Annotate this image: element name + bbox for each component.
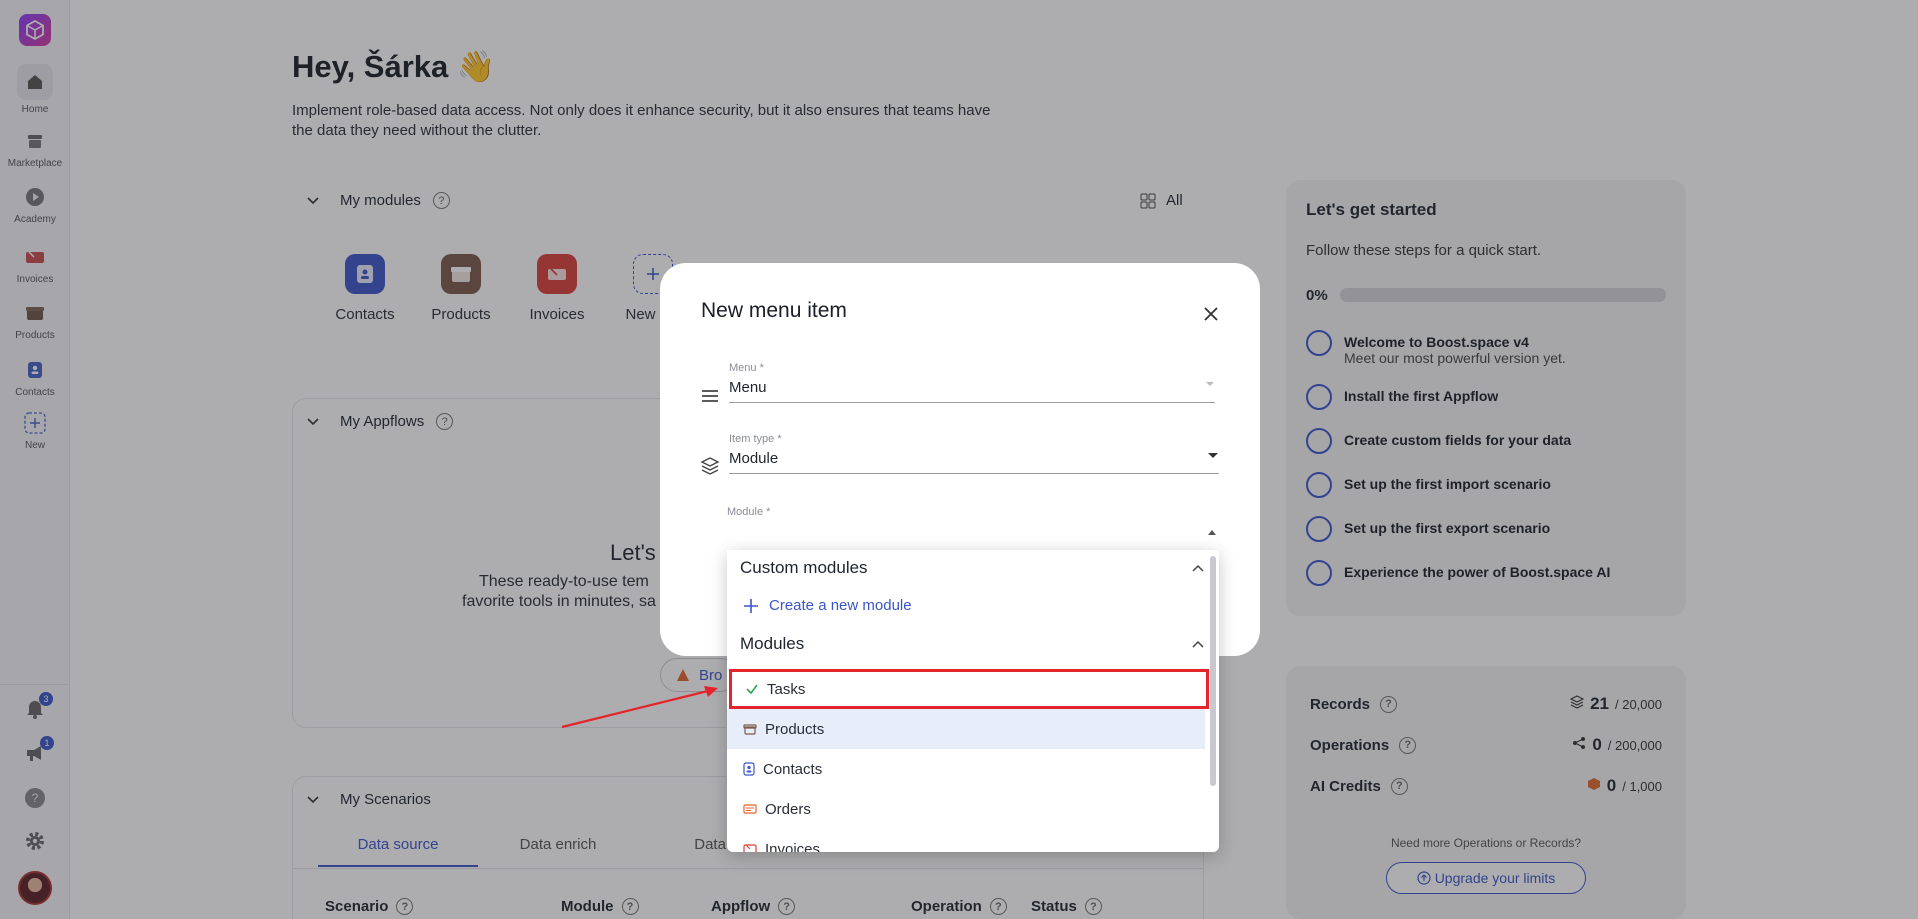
contact-icon bbox=[743, 762, 755, 776]
module-option-invoices[interactable]: Invoices bbox=[727, 829, 1205, 852]
group-label: Custom modules bbox=[740, 558, 868, 577]
option-label: Orders bbox=[765, 800, 811, 818]
menu-icon bbox=[702, 390, 718, 402]
item-type-select[interactable]: Item type * Module bbox=[729, 433, 1219, 474]
module-dropdown-list: Custom modules Create a new module Modul… bbox=[727, 550, 1219, 852]
chevron-up-icon bbox=[1192, 564, 1204, 572]
field-value: Menu bbox=[729, 379, 767, 396]
create-label: Create a new module bbox=[769, 597, 912, 614]
option-label: Invoices bbox=[765, 840, 821, 853]
close-icon bbox=[1204, 307, 1218, 321]
group-label: Modules bbox=[740, 634, 805, 653]
group-modules[interactable]: Modules bbox=[740, 634, 1205, 654]
invoice-icon bbox=[743, 844, 757, 852]
close-button[interactable] bbox=[1200, 303, 1222, 325]
option-label: Products bbox=[765, 720, 825, 738]
field-label: Menu * bbox=[729, 362, 764, 374]
option-label: Tasks bbox=[767, 680, 806, 698]
module-option-orders[interactable]: Orders bbox=[727, 789, 1205, 829]
dialog-title: New menu item bbox=[701, 299, 847, 322]
box-icon bbox=[743, 724, 757, 735]
caret-down-icon bbox=[1208, 453, 1218, 458]
option-label: Contacts bbox=[763, 760, 823, 778]
menu-select[interactable]: Menu * Menu bbox=[729, 362, 1215, 403]
group-custom-modules[interactable]: Custom modules bbox=[740, 558, 1205, 578]
layers-icon bbox=[700, 457, 720, 475]
chevron-up-icon bbox=[1192, 640, 1204, 648]
module-option-contacts[interactable]: Contacts bbox=[727, 749, 1205, 789]
module-option-tasks[interactable]: Tasks bbox=[729, 669, 1209, 709]
field-value: Module bbox=[729, 450, 779, 467]
field-label: Item type * bbox=[729, 433, 782, 445]
caret-up-icon bbox=[1208, 530, 1216, 535]
caret-down-icon bbox=[1206, 382, 1214, 386]
plus-icon bbox=[744, 598, 758, 613]
check-icon bbox=[746, 684, 758, 695]
field-label: Module * bbox=[727, 506, 771, 518]
order-icon bbox=[743, 804, 757, 814]
module-select[interactable]: Module * bbox=[727, 506, 1217, 536]
create-new-module-option[interactable]: Create a new module bbox=[743, 597, 912, 614]
dropdown-scrollbar[interactable] bbox=[1210, 556, 1216, 786]
module-option-products[interactable]: Products bbox=[727, 709, 1205, 749]
